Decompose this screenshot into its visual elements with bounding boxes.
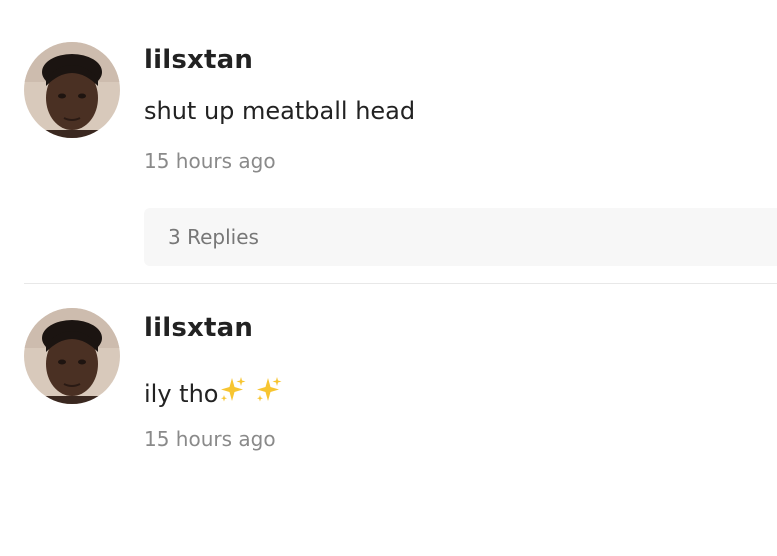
view-replies-button[interactable]: 3 Replies	[144, 208, 777, 266]
sparkles-icon	[218, 375, 248, 405]
avatar[interactable]	[24, 42, 120, 138]
comment-timestamp: 15 hours ago	[144, 149, 276, 173]
sparkles-icon	[254, 375, 284, 405]
comment-username[interactable]: lilsxtan	[144, 45, 253, 75]
avatar-image	[24, 308, 120, 404]
comment-item: lilsxtan ily tho 15 hours ago	[0, 284, 777, 556]
comment-item: lilsxtan shut up meatball head 15 hours …	[0, 0, 777, 283]
comment-username[interactable]: lilsxtan	[144, 313, 253, 343]
comment-text: shut up meatball head	[144, 97, 416, 125]
comment-text-line: ily tho	[144, 375, 284, 408]
comment-timestamp: 15 hours ago	[144, 427, 276, 451]
avatar[interactable]	[24, 308, 120, 404]
avatar-image	[24, 42, 120, 138]
comment-text: ily tho	[144, 380, 219, 408]
